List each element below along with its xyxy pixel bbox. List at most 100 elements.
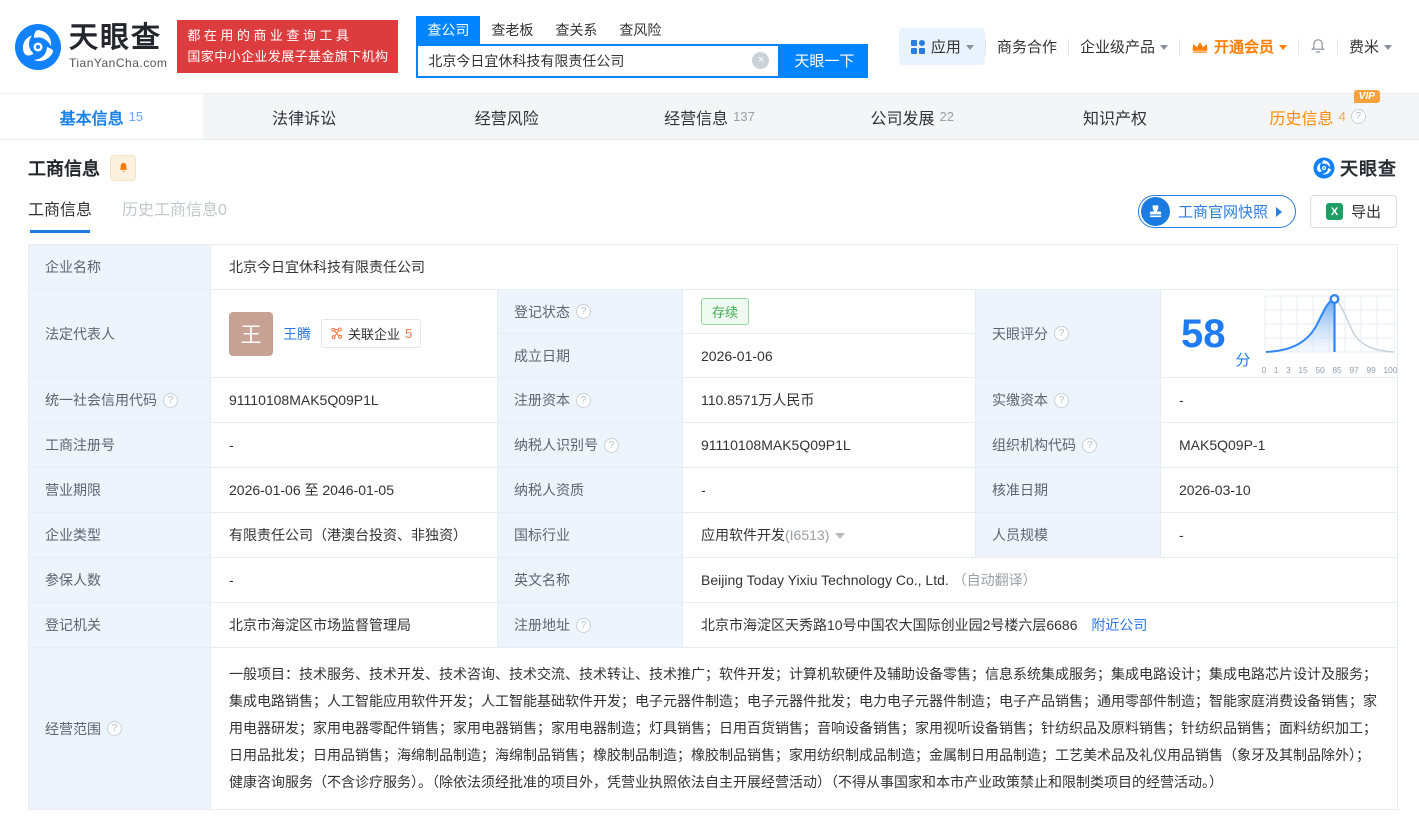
- related-label: 关联企业: [348, 324, 400, 343]
- label-establish-date: 成立日期: [498, 334, 683, 378]
- tab-label: 知识产权: [1083, 105, 1147, 129]
- value-registration-number: -: [211, 423, 498, 468]
- chevron-down-icon: [1279, 45, 1287, 50]
- notifications-bell-icon[interactable]: [1299, 37, 1337, 56]
- help-icon[interactable]: ?: [1054, 393, 1069, 408]
- value-company-name: 北京今日宜休科技有限责任公司: [211, 245, 1398, 290]
- table-row: 营业期限 2026-01-06 至 2046-01-05 纳税人资质 - 核准日…: [29, 468, 1398, 513]
- clear-search-icon[interactable]: ×: [752, 52, 769, 69]
- search-input-wrap: ×: [416, 44, 780, 78]
- tab-operation-risk[interactable]: 经营风险: [405, 94, 608, 139]
- page-header: 天眼查 TianYanCha.com 都在用的商业查询工具 国家中小企业发展子基…: [0, 0, 1419, 93]
- subtab-row: 工商信息 历史工商信息0 工商官网快照 X 导出: [0, 187, 1419, 234]
- value-legal-representative: 王 王腾 关联企业 5: [211, 290, 498, 378]
- search-tab-company[interactable]: 查公司: [416, 16, 480, 44]
- nav-open-vip[interactable]: 开通会员: [1180, 36, 1298, 57]
- export-label: 导出: [1351, 201, 1381, 222]
- top-nav: 应用 商务合作 企业级产品 开通会员: [899, 28, 1403, 65]
- watermark-logo: 天眼查: [1313, 155, 1397, 181]
- watermark-text: 天眼查: [1340, 155, 1397, 181]
- table-row: 企业名称 北京今日宜休科技有限责任公司: [29, 245, 1398, 290]
- crown-icon: [1191, 40, 1209, 54]
- apps-grid-icon: [910, 39, 926, 55]
- label-company-name: 企业名称: [29, 245, 211, 290]
- help-icon[interactable]: ?: [576, 618, 591, 633]
- industry-code: (I6513): [785, 527, 829, 543]
- label-legal-representative: 法定代表人: [29, 290, 211, 378]
- related-count: 5: [405, 326, 412, 341]
- nav-cooperation-label: 商务合作: [997, 36, 1057, 57]
- slogan-line2: 国家中小企业发展子基金旗下机构: [187, 47, 388, 67]
- help-icon[interactable]: ?: [1351, 109, 1366, 124]
- value-taxpayer-id: 91110108MAK5Q09P1L: [683, 423, 976, 468]
- value-staff-size: -: [1161, 513, 1398, 558]
- slogan-line1: 都在用的商业查询工具: [187, 26, 388, 46]
- tab-legal-litigation[interactable]: 法律诉讼: [203, 94, 406, 139]
- value-approval-date: 2026-03-10: [1161, 468, 1398, 513]
- label-credit-code: 统一社会信用代码 ?: [29, 378, 211, 423]
- label-registration-authority: 登记机关: [29, 603, 211, 648]
- help-icon[interactable]: ?: [1054, 326, 1069, 341]
- brand-domain: TianYanCha.com: [69, 56, 167, 70]
- search-tab-relation[interactable]: 查关系: [544, 16, 608, 44]
- value-taxpayer-qualification: -: [683, 468, 976, 513]
- tab-label: 经营风险: [475, 105, 539, 129]
- monitor-bell-icon[interactable]: [110, 155, 136, 181]
- avatar[interactable]: 王: [229, 312, 273, 356]
- nav-enterprise-products[interactable]: 企业级产品: [1069, 36, 1179, 57]
- value-registration-authority: 北京市海淀区市场监督管理局: [211, 603, 498, 648]
- subtab-history-business-info[interactable]: 历史工商信息0: [122, 196, 227, 233]
- related-companies-badge[interactable]: 关联企业 5: [321, 319, 421, 348]
- search-button[interactable]: 天眼一下: [780, 44, 868, 78]
- legal-rep-link[interactable]: 王腾: [283, 324, 311, 344]
- nav-apps[interactable]: 应用: [899, 28, 985, 65]
- help-icon[interactable]: ?: [576, 304, 591, 319]
- nav-user[interactable]: 费米: [1338, 36, 1403, 57]
- tab-count: 15: [129, 109, 143, 124]
- subtab-business-info[interactable]: 工商信息: [28, 196, 92, 233]
- tab-intellectual-property[interactable]: 知识产权: [1014, 94, 1217, 139]
- label-english-name: 英文名称: [498, 558, 683, 603]
- chevron-down-icon: [1384, 45, 1392, 50]
- tab-history-info[interactable]: 历史信息 4 ? VIP: [1216, 94, 1419, 139]
- value-registered-address: 北京市海淀区天秀路10号中国农大国际创业园2号楼六层6686 附近公司: [683, 603, 1398, 648]
- score-distribution-chart[interactable]: 01 315 5085 9799 100: [1261, 292, 1399, 375]
- tab-label: 基本信息: [60, 105, 124, 129]
- help-icon[interactable]: ?: [576, 393, 591, 408]
- value-industry[interactable]: 应用软件开发(I6513): [683, 513, 976, 558]
- chevron-down-icon: [1160, 45, 1168, 50]
- network-icon: [330, 327, 343, 340]
- value-credit-code: 91110108MAK5Q09P1L: [211, 378, 498, 423]
- english-name-text: Beijing Today Yixiu Technology Co., Ltd.: [701, 572, 949, 588]
- company-tab-bar: 基本信息 15 法律诉讼 经营风险 经营信息 137 公司发展 22 知识产权 …: [0, 93, 1419, 140]
- nearby-companies-link[interactable]: 附近公司: [1091, 617, 1147, 633]
- tab-basic-info[interactable]: 基本信息 15: [0, 94, 203, 139]
- search-tab-boss[interactable]: 查老板: [480, 16, 544, 44]
- export-button[interactable]: X 导出: [1310, 195, 1397, 228]
- label-registered-address: 注册地址 ?: [498, 603, 683, 648]
- value-org-code: MAK5Q09P-1: [1161, 423, 1398, 468]
- value-paid-capital: -: [1161, 378, 1398, 423]
- brand-name: 天眼查: [69, 23, 167, 53]
- label-taxpayer-id: 纳税人识别号 ?: [498, 423, 683, 468]
- business-info-table: 企业名称 北京今日宜休科技有限责任公司 法定代表人 王 王腾: [28, 244, 1398, 810]
- table-row: 统一社会信用代码 ? 91110108MAK5Q09P1L 注册资本 ? 110…: [29, 378, 1398, 423]
- tianyancha-logo[interactable]: 天眼查 TianYanCha.com: [14, 23, 167, 71]
- help-icon[interactable]: ?: [107, 721, 122, 736]
- table-row: 经营范围 ? 一般项目：技术服务、技术开发、技术咨询、技术交流、技术转让、技术推…: [29, 648, 1398, 810]
- nav-cooperation[interactable]: 商务合作: [986, 36, 1068, 57]
- auto-translate-note: （自动翻译）: [953, 572, 1037, 588]
- label-business-term: 营业期限: [29, 468, 211, 513]
- help-icon[interactable]: ?: [1082, 438, 1097, 453]
- search-area: 查公司 查老板 查关系 查风险 × 天眼一下: [416, 16, 868, 78]
- chevron-down-icon[interactable]: [835, 533, 845, 539]
- tab-company-development[interactable]: 公司发展 22: [811, 94, 1014, 139]
- tab-operation-info[interactable]: 经营信息 137: [608, 94, 811, 139]
- label-taxpayer-qualification: 纳税人资质: [498, 468, 683, 513]
- search-tab-risk[interactable]: 查风险: [608, 16, 672, 44]
- official-snapshot-button[interactable]: 工商官网快照: [1138, 195, 1296, 228]
- tianyancha-watermark-icon: [1313, 157, 1335, 179]
- help-icon[interactable]: ?: [163, 393, 178, 408]
- search-input[interactable]: [418, 53, 752, 69]
- help-icon[interactable]: ?: [604, 438, 619, 453]
